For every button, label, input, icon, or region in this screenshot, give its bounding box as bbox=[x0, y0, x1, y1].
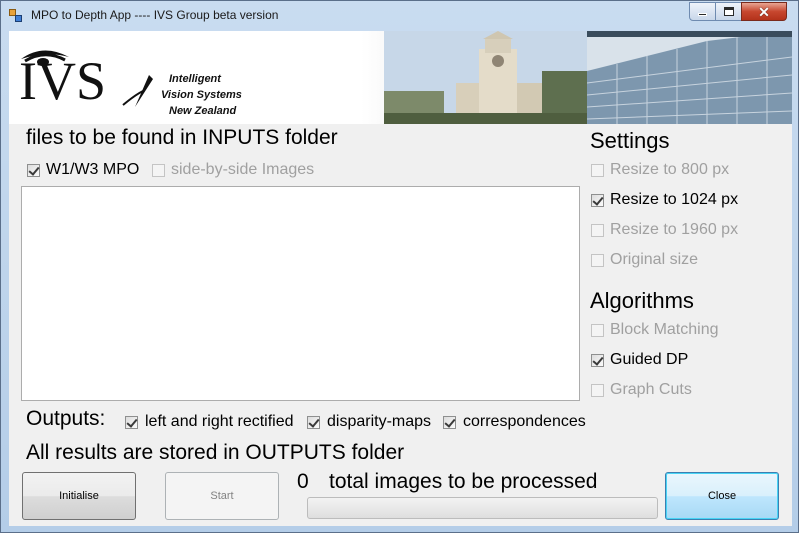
close-icon: ✕ bbox=[758, 3, 770, 20]
outputs-label: Outputs: bbox=[26, 407, 106, 430]
original-size-checkbox[interactable] bbox=[591, 254, 604, 267]
minimize-button[interactable] bbox=[689, 2, 716, 21]
minimize-icon bbox=[698, 13, 707, 16]
close-window-button[interactable]: ✕ bbox=[741, 2, 787, 21]
w1w3-mpo-checkbox[interactable] bbox=[27, 164, 40, 177]
correspondences-label[interactable]: correspondences bbox=[463, 413, 586, 431]
w1w3-mpo-label[interactable]: W1/W3 MPO bbox=[46, 161, 139, 179]
processed-status-text: total images to be processed bbox=[329, 470, 598, 493]
close-button[interactable]: Close bbox=[665, 472, 779, 520]
client-area: IVS Intelligent Vision Systems New Zeala… bbox=[9, 31, 792, 526]
resize-1960-checkbox[interactable] bbox=[591, 224, 604, 237]
progress-bar bbox=[307, 497, 658, 519]
clock-tower-photo bbox=[384, 31, 587, 124]
rectified-checkbox[interactable] bbox=[125, 416, 138, 429]
resize-800-label[interactable]: Resize to 800 px bbox=[610, 161, 729, 179]
graph-cuts-checkbox[interactable] bbox=[591, 384, 604, 397]
side-by-side-label[interactable]: side-by-side Images bbox=[171, 161, 314, 179]
block-matching-label[interactable]: Block Matching bbox=[610, 321, 719, 339]
resize-800-checkbox[interactable] bbox=[591, 164, 604, 177]
glass-building-photo bbox=[587, 31, 792, 124]
header-banner: IVS Intelligent Vision Systems New Zeala… bbox=[9, 31, 792, 124]
start-button[interactable]: Start bbox=[165, 472, 279, 520]
resize-1960-label[interactable]: Resize to 1960 px bbox=[610, 221, 738, 239]
rectified-label[interactable]: left and right rectified bbox=[145, 413, 294, 431]
disparity-maps-checkbox[interactable] bbox=[307, 416, 320, 429]
tagline-line-2: Vision Systems bbox=[161, 89, 242, 101]
title-bar[interactable]: MPO to Depth App ---- IVS Group beta ver… bbox=[1, 1, 798, 30]
app-window: MPO to Depth App ---- IVS Group beta ver… bbox=[0, 0, 799, 533]
correspondences-checkbox[interactable] bbox=[443, 416, 456, 429]
maximize-button[interactable] bbox=[715, 2, 742, 21]
logo-letters: IVS bbox=[19, 51, 107, 111]
inputs-heading: files to be found in INPUTS folder bbox=[26, 126, 338, 149]
block-matching-checkbox[interactable] bbox=[591, 324, 604, 337]
initialise-button[interactable]: Initialise bbox=[22, 472, 136, 520]
processed-count: 0 bbox=[297, 470, 309, 493]
settings-heading: Settings bbox=[590, 128, 670, 153]
maximize-icon bbox=[723, 7, 734, 16]
guided-dp-label[interactable]: Guided DP bbox=[610, 351, 688, 369]
logo-tagline: Intelligent Vision Systems New Zealand bbox=[161, 71, 242, 119]
original-size-label[interactable]: Original size bbox=[610, 251, 698, 269]
disparity-maps-label[interactable]: disparity-maps bbox=[327, 413, 431, 431]
side-by-side-checkbox[interactable] bbox=[152, 164, 165, 177]
algorithms-heading: Algorithms bbox=[590, 288, 694, 313]
resize-1024-checkbox[interactable] bbox=[591, 194, 604, 207]
graph-cuts-label[interactable]: Graph Cuts bbox=[610, 381, 692, 399]
window-title: MPO to Depth App ---- IVS Group beta ver… bbox=[31, 8, 279, 22]
tagline-line-1: Intelligent bbox=[169, 73, 221, 85]
tagline-line-3: New Zealand bbox=[169, 105, 237, 117]
outputs-note: All results are stored in OUTPUTS folder bbox=[26, 441, 405, 464]
app-icon[interactable] bbox=[9, 9, 23, 23]
input-files-list[interactable] bbox=[21, 186, 580, 401]
resize-1024-label[interactable]: Resize to 1024 px bbox=[610, 191, 738, 209]
guided-dp-checkbox[interactable] bbox=[591, 354, 604, 367]
